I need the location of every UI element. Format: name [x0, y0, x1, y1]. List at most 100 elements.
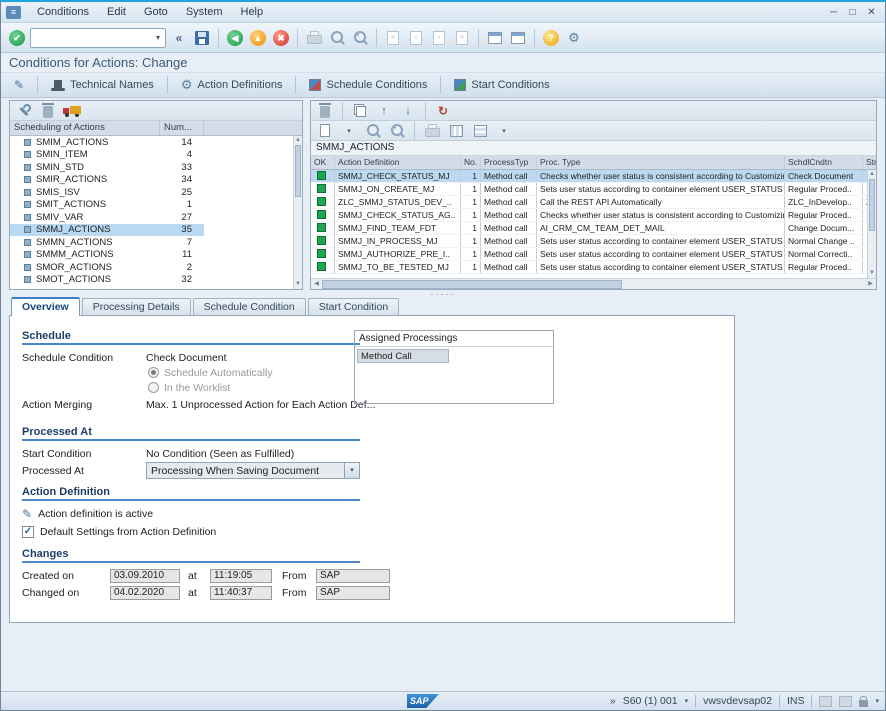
scroll-down-icon[interactable]: ▼ — [294, 280, 302, 289]
table-row[interactable]: SMMJ_AUTHORIZE_PRE_I..1Method callSets u… — [311, 248, 876, 261]
transport-button[interactable] — [62, 102, 82, 119]
help-button[interactable]: ? — [541, 27, 561, 49]
refresh-button[interactable]: ↻ — [433, 102, 453, 119]
table-row[interactable]: SMMJ_IN_PROCESS_MJ1Method callSets user … — [311, 235, 876, 248]
tab-processing-details[interactable]: Processing Details — [82, 298, 191, 315]
layout-dropdown[interactable]: ▾ — [494, 122, 514, 139]
create-entry-button[interactable] — [315, 122, 335, 139]
chevron-down-icon[interactable]: ▾ — [344, 463, 359, 478]
table-row[interactable]: SMMJ_ON_CREATE_MJ1Method callSets user s… — [311, 183, 876, 196]
tree-item-smis_isv[interactable]: SMIS_ISV25 — [10, 186, 204, 199]
exit-button[interactable]: ▲ — [248, 27, 268, 49]
grid-find-next-button[interactable]: + — [387, 122, 407, 139]
copy-button[interactable] — [350, 102, 370, 119]
statusbar-chevron-down-icon[interactable]: ▾ — [875, 697, 879, 705]
tree-item-smor_actions[interactable]: SMOR_ACTIONS2 — [10, 261, 204, 274]
menu-edit[interactable]: Edit — [98, 4, 135, 20]
tree-item-smin_std[interactable]: SMIN_STD33 — [10, 161, 204, 174]
grid-hscroll-thumb[interactable] — [322, 280, 622, 289]
display-change-button[interactable]: ✎ — [6, 75, 32, 96]
default-settings-checkbox[interactable]: ✓ — [22, 526, 34, 538]
table-row[interactable]: SMMJ_TO_BE_TESTED_MJ1Method callSets use… — [311, 261, 876, 274]
previous-page-button[interactable]: ‹ — [406, 27, 426, 49]
menu-system[interactable]: System — [177, 4, 232, 20]
in-the-worklist-radio[interactable] — [148, 382, 159, 393]
menu-conditions[interactable]: Conditions — [28, 4, 98, 20]
processed-at-select[interactable]: Processing When Saving Document ▾ — [146, 462, 360, 479]
find-button[interactable] — [327, 27, 347, 49]
column-processtyp[interactable]: ProcessTyp — [481, 156, 537, 169]
tree-item-smot_actions[interactable]: SMOT_ACTIONS32 — [10, 274, 204, 287]
tree-scroll-thumb[interactable] — [295, 145, 301, 197]
delete-button[interactable] — [38, 102, 58, 119]
assigned-processing-item[interactable]: Method Call — [357, 349, 449, 363]
tree-item-smmj_actions[interactable]: SMMJ_ACTIONS35 — [10, 224, 204, 237]
technical-names-button[interactable]: Technical Names — [43, 75, 162, 96]
back-button[interactable]: ◀ — [225, 27, 245, 49]
minimize-button[interactable]: ─ — [825, 7, 842, 18]
schedule-conditions-button[interactable]: Schedule Conditions — [301, 75, 435, 96]
new-session-button[interactable] — [485, 27, 505, 49]
column-action-definition[interactable]: Action Definition — [335, 156, 461, 169]
menu-goto[interactable]: Goto — [135, 4, 177, 20]
move-up-button[interactable]: ↑ — [374, 102, 394, 119]
tab-schedule-condition[interactable]: Schedule Condition — [193, 298, 306, 315]
tree-vertical-scrollbar[interactable]: ▲ ▼ — [293, 136, 302, 289]
tab-overview[interactable]: Overview — [11, 297, 80, 316]
tree-item-smmm_actions[interactable]: SMMM_ACTIONS11 — [10, 249, 204, 262]
layout-button[interactable] — [470, 122, 490, 139]
column-strtc[interactable]: StrtC — [863, 156, 876, 169]
scroll-right-icon[interactable]: ▶ — [865, 279, 876, 289]
cancel-button[interactable]: ✖ — [271, 27, 291, 49]
tree-item-smin_item[interactable]: SMIN_ITEM4 — [10, 149, 204, 162]
insert-mode-indicator[interactable]: INS — [787, 695, 805, 707]
customize-layout-button[interactable]: ⚙ — [564, 27, 584, 49]
schedule-automatically-radio[interactable] — [148, 367, 159, 378]
menu-help[interactable]: Help — [232, 4, 273, 20]
create-entry-dropdown[interactable]: ▾ — [339, 122, 359, 139]
last-page-button[interactable]: » — [452, 27, 472, 49]
grid-horizontal-scrollbar[interactable]: ◀ ▶ — [311, 278, 876, 289]
tree-item-smim_actions[interactable]: SMIM_ACTIONS14 — [10, 136, 204, 149]
scroll-up-icon[interactable]: ▲ — [868, 170, 876, 179]
tree-column-name[interactable]: Scheduling of Actions — [10, 121, 160, 135]
column-settings-button[interactable] — [446, 122, 466, 139]
first-page-button[interactable]: « — [383, 27, 403, 49]
grid-delete-button[interactable] — [315, 102, 335, 119]
shortcut-button[interactable] — [508, 27, 528, 49]
table-row[interactable]: SMMJ_FIND_TEAM_FDT1Method callAI_CRM_CM_… — [311, 222, 876, 235]
system-session-info[interactable]: S60 (1) 001 — [623, 695, 678, 707]
scroll-down-icon[interactable]: ▼ — [868, 269, 876, 278]
move-down-button[interactable]: ↓ — [398, 102, 418, 119]
scroll-left-icon[interactable]: ◀ — [311, 279, 322, 289]
grid-find-button[interactable] — [363, 122, 383, 139]
next-page-button[interactable]: › — [429, 27, 449, 49]
column-ok[interactable]: OK — [311, 156, 335, 169]
print-button[interactable] — [304, 27, 324, 49]
tree-column-count[interactable]: Num... — [160, 121, 204, 135]
grid-vertical-scrollbar[interactable]: ▲ ▼ — [867, 170, 876, 278]
tree-item-smir_actions[interactable]: SMIR_ACTIONS34 — [10, 174, 204, 187]
start-conditions-button[interactable]: Start Conditions — [446, 75, 557, 96]
table-row[interactable]: SMMJ_CHECK_STATUS_AG..1Method callChecks… — [311, 209, 876, 222]
tab-start-condition[interactable]: Start Condition — [308, 298, 399, 315]
window-menu-icon[interactable]: ≡ — [6, 6, 21, 19]
system-dropdown-icon[interactable]: ▾ — [685, 697, 689, 705]
enter-button[interactable]: ✔ — [7, 27, 27, 49]
grid-scroll-thumb[interactable] — [869, 179, 875, 231]
save-button[interactable] — [192, 27, 212, 49]
table-row[interactable]: ZLC_SMMJ_STATUS_DEV_..1Method callCall t… — [311, 196, 876, 209]
command-input[interactable] — [31, 29, 151, 47]
collapse-command-button[interactable]: « — [169, 27, 189, 49]
command-dropdown-icon[interactable]: ▾ — [151, 33, 165, 42]
status-expand-icon[interactable]: » — [610, 695, 616, 707]
find-next-button[interactable]: + — [350, 27, 370, 49]
action-definitions-button[interactable]: ⚙ Action Definitions — [173, 75, 291, 96]
maximize-button[interactable]: □ — [844, 7, 861, 18]
grid-print-button[interactable] — [422, 122, 442, 139]
tree-item-smmn_actions[interactable]: SMMN_ACTIONS7 — [10, 236, 204, 249]
horizontal-splitter[interactable]: ····· — [1, 290, 885, 298]
column-schdlcndtn[interactable]: SchdlCndtn — [785, 156, 863, 169]
tree-item-smiv_var[interactable]: SMIV_VAR27 — [10, 211, 204, 224]
table-row[interactable]: SMMJ_CHECK_STATUS_MJ1Method callChecks w… — [311, 170, 876, 183]
